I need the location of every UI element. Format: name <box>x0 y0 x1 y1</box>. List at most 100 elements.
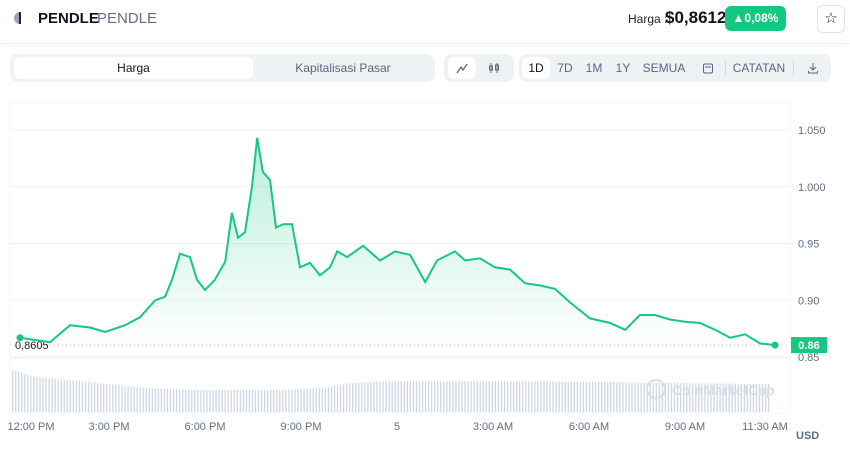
volume-bar <box>63 379 65 412</box>
volume-bar <box>400 381 402 412</box>
volume-bar <box>500 381 503 412</box>
volume-bar <box>24 373 26 412</box>
range-1d[interactable]: 1D <box>522 57 550 79</box>
current-point <box>771 341 779 349</box>
volume-bar <box>573 382 575 412</box>
volume-bar <box>15 371 17 412</box>
volume-bar <box>66 380 68 412</box>
volume-bar <box>403 381 405 412</box>
volume-bar <box>169 389 172 412</box>
volume-bar <box>476 381 478 412</box>
range-1m[interactable]: 1M <box>581 57 607 79</box>
line-chart-button[interactable] <box>448 57 476 79</box>
volume-bar <box>488 381 490 412</box>
tab-price[interactable]: Harga <box>14 57 253 79</box>
volume-bar <box>482 381 484 412</box>
chart-style-tabs <box>444 54 514 82</box>
volume-bar <box>51 378 53 412</box>
volume-bar <box>151 388 153 412</box>
volume-bar <box>273 390 275 412</box>
pendle-logo-icon <box>14 12 21 24</box>
volume-bar <box>60 379 62 412</box>
volume-bar <box>394 381 396 412</box>
volume-bar <box>197 390 199 412</box>
volume-bar <box>534 381 536 412</box>
volume-bar <box>312 388 314 412</box>
volume-bar <box>352 383 354 412</box>
volume-bar <box>118 385 120 412</box>
volume-bar <box>625 382 627 412</box>
volume-bar <box>607 382 609 412</box>
volume-bar <box>294 389 296 412</box>
range-all[interactable]: SEMUA <box>639 57 689 79</box>
calendar-button[interactable] <box>697 57 719 79</box>
range-1y[interactable]: 1Y <box>611 57 635 79</box>
volume-bar <box>106 383 108 412</box>
x-tick-label: 3:00 PM <box>89 421 130 433</box>
range-7d[interactable]: 7D <box>552 57 578 79</box>
volume-bar <box>300 389 302 412</box>
candlestick-button[interactable] <box>480 57 508 79</box>
notes-button[interactable]: CATATAN <box>731 57 787 79</box>
volume-bar <box>349 383 351 412</box>
volume-bar <box>631 382 633 412</box>
volume-bar <box>649 382 651 412</box>
volume-bar <box>321 387 323 412</box>
watchlist-star-icon[interactable]: ☆ <box>817 5 845 33</box>
x-tick-label: 9:00 PM <box>281 421 322 433</box>
volume-bar <box>191 390 193 412</box>
y-tick-label: 1.050 <box>798 125 826 137</box>
volume-bar <box>467 381 469 412</box>
volume-bar <box>594 382 597 412</box>
volume-bar <box>373 381 375 412</box>
volume-bar <box>570 382 572 412</box>
volume-bar <box>127 386 129 412</box>
volume-bar <box>345 383 348 412</box>
volume-bar <box>178 389 181 412</box>
volume-bar <box>87 382 90 412</box>
volume-bar <box>543 381 545 412</box>
volume-bar <box>251 390 254 412</box>
volume-bar <box>376 381 378 412</box>
volume-bar <box>81 381 84 412</box>
volume-bar <box>21 372 23 412</box>
volume-bar <box>172 389 175 412</box>
volume-bar <box>485 381 487 412</box>
volume-bar <box>264 390 266 412</box>
price-chart[interactable]: 1.050 1.000 0.95 0.90 0.85 CoinMarketCap 12:00… <box>0 95 850 451</box>
volume-bar <box>260 390 263 412</box>
volume-bar <box>494 381 497 412</box>
volume-bar <box>36 377 38 412</box>
volume-bar <box>72 380 75 412</box>
volume-bar <box>130 386 132 412</box>
volume-bar <box>491 381 494 412</box>
download-button[interactable] <box>801 57 825 79</box>
volume-bar <box>175 389 178 412</box>
x-tick-label: 11:30 AM <box>742 421 788 433</box>
tab-market-cap[interactable]: Kapitalisasi Pasar <box>253 57 433 79</box>
volume-bar <box>97 383 99 412</box>
volume-bar <box>446 381 448 412</box>
volume-bar <box>610 382 612 412</box>
volume-bar <box>145 387 147 412</box>
chart-type-tabs: Harga Kapitalisasi Pasar <box>10 54 435 82</box>
volume-bar <box>112 384 114 412</box>
volume-bar <box>121 385 123 412</box>
volume-bar <box>48 378 50 412</box>
volume-bar <box>78 381 81 412</box>
volume-bar <box>42 377 44 412</box>
volume-bar <box>549 381 551 412</box>
volume-bar <box>506 381 509 412</box>
volume-bar <box>215 390 217 412</box>
volume-bar <box>564 381 566 412</box>
volume-bar <box>604 382 606 412</box>
volume-bar <box>409 381 412 412</box>
volume-bar <box>364 382 366 412</box>
volume-bar <box>218 390 220 412</box>
volume-bar <box>330 386 333 412</box>
volume-bar <box>336 385 339 412</box>
volume-bar <box>430 381 433 412</box>
volume-bar <box>512 381 515 412</box>
volume-bar <box>309 388 311 412</box>
volume-bar <box>27 374 29 412</box>
